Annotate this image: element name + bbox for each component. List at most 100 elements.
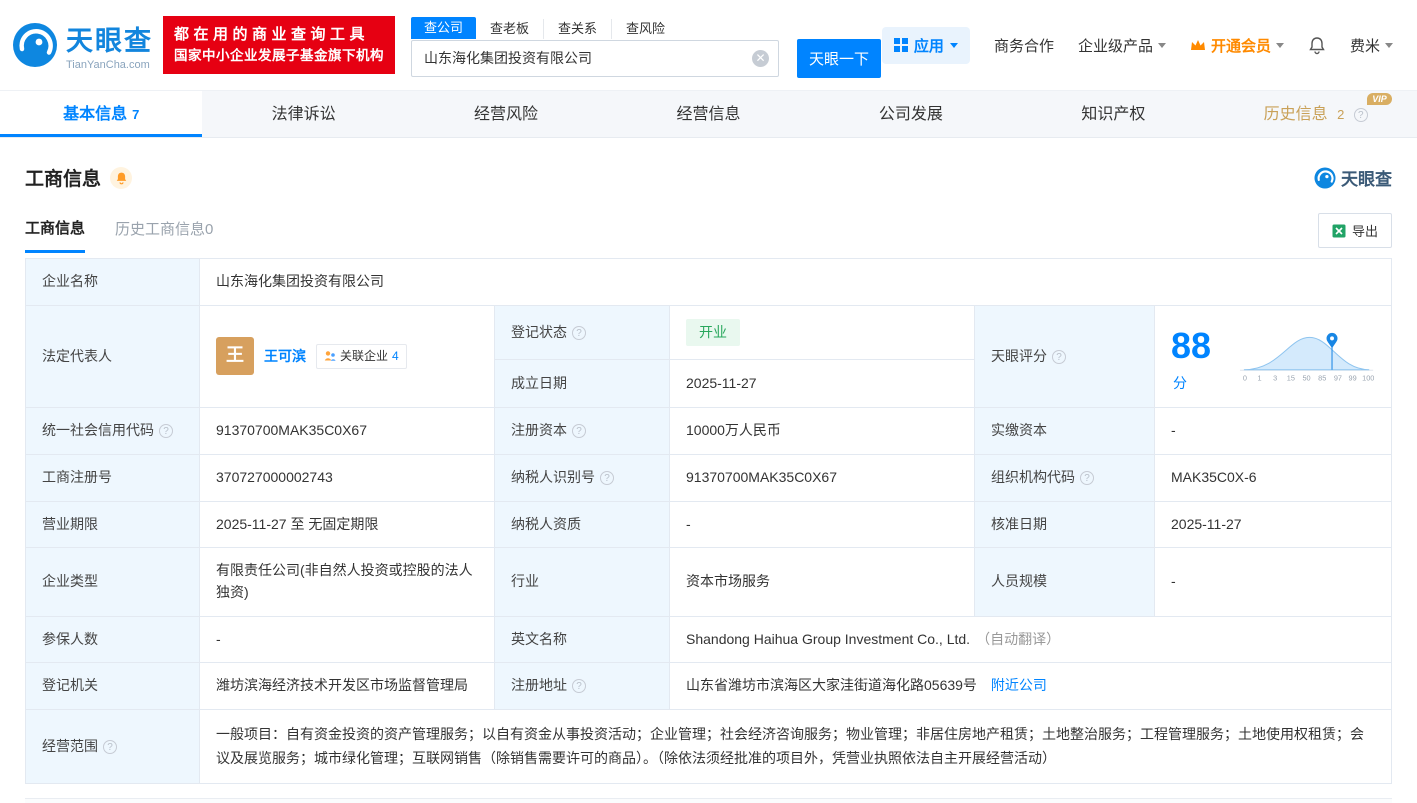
apps-button[interactable]: 应用 [881,26,970,64]
menu-open-vip[interactable]: 开通会员 [1190,35,1284,56]
promo-banner: 都在用的商业查询工具 国家中小企业发展子基金旗下机构 [163,16,395,74]
legal-rep-link[interactable]: 王可滨 [264,346,306,368]
field-label: 实缴资本 [991,422,1047,439]
chevron-down-icon [1385,42,1393,48]
help-icon[interactable]: ? [572,424,586,439]
crown-icon [1190,40,1205,50]
field-label: 天眼评分 [991,347,1047,364]
table-row: 登记机关 潍坊滨海经济技术开发区市场监督管理局 注册地址? 山东省潍坊市滨海区大… [25,662,1392,710]
svg-text:3: 3 [1273,374,1277,383]
field-label: 纳税人资质 [511,515,581,532]
search-tab-boss[interactable]: 查老板 [476,19,543,39]
help-icon[interactable]: ? [1353,108,1368,122]
help-icon[interactable]: ? [572,325,586,340]
taxpayer-quality: - [686,515,691,532]
svg-text:0: 0 [1243,374,1247,383]
company-nav-tabs: 基本信息 7 法律诉讼 经营风险 经营信息 公司发展 知识产权 历史信息 2 ? … [0,90,1417,138]
org-code: MAK35C0X-6 [1171,468,1257,485]
field-label: 企业类型 [42,573,98,590]
table-row: 工商注册号 370727000002743 纳税人识别号? 91370700MA… [25,453,1392,502]
help-icon[interactable]: ? [1052,349,1066,364]
menu-business-cooperation[interactable]: 商务合作 [994,35,1054,56]
related-companies-tag[interactable]: 关联企业 4 [316,344,407,369]
section-title: 工商信息 [25,169,102,190]
field-label: 登记状态 [511,323,567,340]
tab-operating-info[interactable]: 经营信息 [607,91,809,137]
promo-line-1: 都在用的商业查询工具 [174,26,370,44]
tab-company-development[interactable]: 公司发展 [810,91,1012,137]
field-label: 成立日期 [511,374,567,391]
field-label: 核准日期 [991,515,1047,532]
table-row: 企业名称 山东海化集团投资有限公司 [25,258,1392,306]
chevron-down-icon [1157,42,1166,48]
related-companies-icon [324,351,336,362]
search-area: 查公司 查老板 查关系 查风险 ✕ 天眼一下 [411,16,881,78]
monitor-bell-button[interactable] [110,166,133,189]
help-icon[interactable]: ? [159,424,173,439]
business-info-table: 企业名称 山东海化集团投资有限公司 法定代表人 王 王可滨 关联企业 4 登记状… [25,258,1392,784]
brand-logo[interactable]: 天眼查 TianYanCha.com [12,19,153,71]
search-tab-company[interactable]: 查公司 [411,16,477,39]
field-label: 行业 [511,573,539,590]
header: 天眼查 TianYanCha.com 都在用的商业查询工具 国家中小企业发展子基… [0,0,1417,90]
chevron-down-icon [949,42,958,48]
tab-intellectual-property[interactable]: 知识产权 [1012,91,1214,137]
nearby-companies-link[interactable]: 附近公司 [991,677,1047,693]
bell-icon [116,172,126,184]
score-value: 88 [1171,324,1212,366]
search-input[interactable] [412,40,778,76]
tianyancha-logo-icon [1314,166,1336,189]
notifications-bell[interactable] [1308,36,1326,55]
subtab-history-business-info[interactable]: 历史工商信息0 [115,218,213,251]
english-name: Shandong Haihua Group Investment Co., Lt… [686,630,971,647]
paid-capital: - [1171,422,1176,439]
help-icon[interactable]: ? [103,739,117,754]
company-name: 山东海化集团投资有限公司 [216,273,384,289]
user-menu[interactable]: 费米 [1350,35,1393,56]
tab-operating-risk[interactable]: 经营风险 [405,91,607,137]
export-button[interactable]: 导出 [1317,213,1392,248]
svg-text:97: 97 [1334,374,1342,383]
tab-count: 7 [132,107,140,122]
tab-legal-proceedings[interactable]: 法律诉讼 [202,91,404,137]
tab-count: 2 [1337,107,1345,122]
clear-search-icon[interactable]: ✕ [752,49,769,67]
chevron-down-icon [1275,42,1284,48]
field-label: 营业期限 [42,515,98,532]
field-label: 纳税人识别号 [511,468,595,485]
tab-history-info[interactable]: 历史信息 2 ? VIP [1215,91,1417,137]
score-unit: 分 [1173,375,1187,392]
search-tab-risk[interactable]: 查风险 [611,18,679,39]
avatar[interactable]: 王 [216,337,254,376]
help-icon[interactable]: ? [572,679,586,694]
business-term: 2025-11-27 至 无固定期限 [216,515,379,532]
insured-count: - [216,630,221,647]
field-label: 登记机关 [42,677,98,694]
industry: 资本市场服务 [686,573,770,590]
brand-domain: TianYanCha.com [66,59,150,71]
help-icon[interactable]: ? [1080,470,1094,485]
search-button[interactable]: 天眼一下 [797,38,881,78]
grid-icon [893,38,908,52]
staff-size: - [1171,573,1176,590]
subtab-business-info[interactable]: 工商信息 [25,217,86,253]
menu-enterprise-products[interactable]: 企业级产品 [1078,35,1166,56]
field-label: 参保人数 [42,630,98,647]
help-icon[interactable]: ? [600,470,614,485]
approval-date: 2025-11-27 [1171,515,1242,532]
score-display: 88 分 [1171,318,1226,395]
field-label: 法定代表人 [42,347,112,364]
auto-translate-note: （自动翻译） [976,630,1061,647]
apps-label: 应用 [913,37,944,55]
table-row: 营业期限 2025-11-27 至 无固定期限 纳税人资质 - 核准日期 202… [25,500,1392,549]
establish-date: 2025-11-27 [686,374,757,391]
field-label: 注册地址 [511,677,567,694]
tab-basic-info[interactable]: 基本信息 7 [0,91,203,137]
watermark-logo: 天眼查 [1314,165,1392,190]
credit-code: 91370700MAK35C0X67 [216,422,368,439]
field-label: 英文名称 [511,630,567,647]
vip-badge: VIP [1367,93,1392,105]
svg-text:15: 15 [1287,374,1295,383]
search-tab-relation[interactable]: 查关系 [543,18,611,39]
svg-text:85: 85 [1318,374,1326,383]
